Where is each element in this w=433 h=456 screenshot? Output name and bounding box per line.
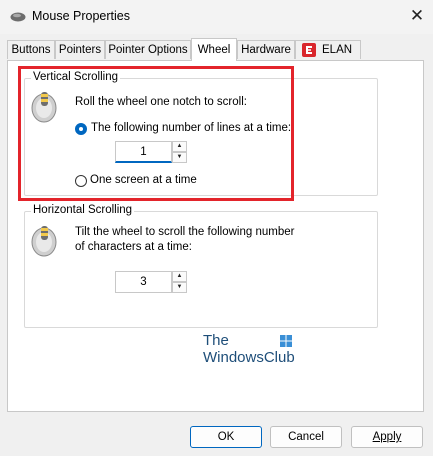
horizontal-description-line2: of characters at a time: (75, 241, 192, 253)
tab-label: Buttons (11, 44, 51, 56)
tab-label: ELAN (322, 44, 353, 56)
horizontal-description-line1: Tilt the wheel to scroll the following n… (75, 226, 295, 238)
watermark-line2: WindowsClub (203, 349, 295, 366)
cancel-button[interactable]: Cancel (270, 426, 342, 448)
tab-strip: Buttons Pointers Pointer Options Wheel H… (7, 38, 427, 61)
mouse-icon (10, 12, 26, 22)
wheel-icon (31, 226, 57, 257)
tab-label: Pointers (58, 44, 102, 56)
tab-pointers[interactable]: Pointers (55, 40, 105, 59)
watermark-square-icon (280, 335, 292, 347)
spin-up-icon[interactable]: ▲ (172, 271, 187, 282)
chars-spinner: 3 ▲ ▼ (115, 271, 187, 293)
close-button[interactable]: ✕ (404, 5, 430, 27)
close-icon: ✕ (409, 6, 425, 25)
ok-button[interactable]: OK (190, 426, 262, 448)
tab-pointer-options[interactable]: Pointer Options (105, 40, 191, 59)
window-title: Mouse Properties (32, 9, 130, 23)
cancel-label: Cancel (288, 431, 324, 443)
title-bar: Mouse Properties ✕ (0, 0, 433, 34)
tab-label: Wheel (197, 44, 231, 56)
chars-input[interactable]: 3 (115, 271, 172, 293)
tab-label: Pointer Options (108, 44, 188, 56)
tab-wheel[interactable]: Wheel (191, 38, 237, 61)
apply-label: Apply (372, 431, 402, 443)
tab-buttons[interactable]: Buttons (7, 40, 55, 59)
highlight-box (18, 66, 294, 201)
elan-logo-icon (302, 43, 316, 57)
ok-label: OK (217, 431, 235, 443)
spin-down-icon[interactable]: ▼ (172, 282, 187, 293)
tab-hardware[interactable]: Hardware (237, 40, 295, 59)
horizontal-scrolling-legend: Horizontal Scrolling (31, 204, 135, 216)
tab-label: Hardware (241, 44, 291, 56)
tab-elan[interactable]: ELAN (295, 40, 361, 59)
apply-button[interactable]: Apply (351, 426, 423, 448)
